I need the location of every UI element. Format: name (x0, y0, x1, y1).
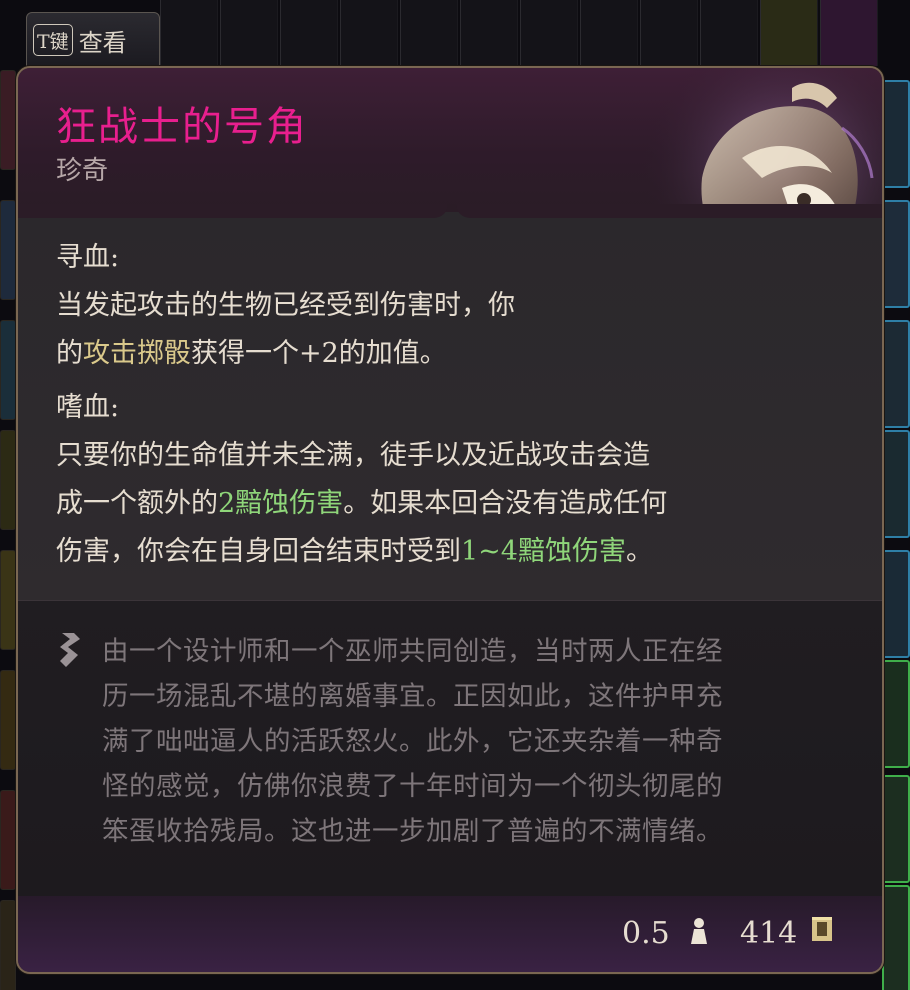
item-name: 狂战士的号角 (56, 104, 308, 150)
inventory-slot[interactable] (882, 430, 910, 538)
tooltip-body: 寻血: 当发起攻击的生物已经受到伤害时，你 的攻击掷骰获得一个+2的加值。 嗜血… (18, 212, 882, 600)
inventory-slot[interactable] (580, 0, 638, 66)
gold-icon (812, 917, 832, 941)
effect-line: 成一个额外的2黯蚀伤害。如果本回合没有造成任何 (56, 488, 668, 519)
inventory-slot[interactable] (0, 320, 16, 420)
inventory-slot[interactable] (0, 70, 16, 170)
inventory-slot[interactable] (640, 0, 698, 66)
inventory-slot[interactable] (280, 0, 338, 66)
inventory-slot[interactable] (820, 0, 878, 66)
inventory-slot[interactable] (160, 0, 218, 66)
gold-value: 414 (740, 916, 798, 951)
effect-line: 当发起攻击的生物已经受到伤害时，你 (56, 290, 515, 321)
inventory-slot[interactable] (220, 0, 278, 66)
lore-line: 笨蛋收拾残局。这也进一步加剧了普遍的不满情绪。 (102, 816, 723, 847)
inventory-slot[interactable] (882, 775, 910, 883)
lore-line: 怪的感觉，仿佛你浪费了十年时间为一个彻头彻尾的 (102, 771, 723, 802)
effect-line: 伤害，你会在自身回合结束时受到1~4黯蚀伤害。 (56, 536, 653, 567)
attack-roll-keyword: 攻击掷骰 (83, 338, 191, 369)
lore-section: 由一个设计师和一个巫师共同创造，当时两人正在经 历一场混乱不堪的离婚事宜。正因如… (18, 600, 882, 896)
inventory-slot[interactable] (882, 200, 910, 308)
inventory-slot[interactable] (882, 550, 910, 658)
necrotic-damage-keyword: 1~4黯蚀伤害 (461, 536, 626, 567)
inventory-slot[interactable] (0, 550, 16, 650)
weight-icon (691, 918, 707, 944)
effect-title: 嗜血: (56, 392, 120, 423)
inventory-slot[interactable] (882, 885, 910, 990)
inspect-hint[interactable]: T键 查看 (26, 12, 160, 68)
inventory-slot[interactable] (882, 320, 910, 428)
t-key-badge: T键 (33, 24, 73, 56)
inventory-slot[interactable] (0, 670, 16, 770)
necrotic-damage-keyword: 2黯蚀伤害 (218, 488, 344, 519)
inventory-slot[interactable] (340, 0, 398, 66)
divider-notch (456, 204, 882, 218)
lore-line: 满了咄咄逼人的活跃怒火。此外，它还夹杂着一种奇 (102, 726, 723, 757)
inspect-label: 查看 (78, 28, 127, 57)
lore-line: 历一场混乱不堪的离婚事宜。正因如此，这件护甲充 (102, 681, 723, 712)
effect-line: 只要你的生命值并未全满，徒手以及近战攻击会造 (56, 440, 650, 471)
quote-icon (60, 633, 80, 667)
effect-bloodseek: 寻血: 当发起攻击的生物已经受到伤害时，你 的攻击掷骰获得一个+2的加值。 (56, 234, 515, 378)
inventory-slot[interactable] (400, 0, 458, 66)
inventory-slot[interactable] (882, 80, 910, 188)
inventory-slot[interactable] (0, 430, 16, 530)
inventory-slot[interactable] (0, 200, 16, 300)
inventory-slot[interactable] (520, 0, 578, 66)
weight-value: 0.5 (622, 916, 670, 951)
inventory-slot[interactable] (700, 0, 758, 66)
inventory-slot[interactable] (0, 900, 16, 990)
effect-title: 寻血: (56, 242, 120, 273)
inventory-slot[interactable] (460, 0, 518, 66)
inventory-slot[interactable] (882, 660, 910, 768)
inventory-right-column (880, 0, 910, 990)
item-tooltip: 狂战士的号角 珍奇 寻血: 当发起攻击的生物已经受到伤害时，你 的攻击掷骰获得一… (16, 66, 884, 974)
inventory-slot[interactable] (760, 0, 818, 66)
item-rarity: 珍奇 (56, 156, 109, 186)
tooltip-footer: 0.5 414 (18, 896, 882, 972)
lore-line: 由一个设计师和一个巫师共同创造，当时两人正在经 (102, 636, 723, 667)
divider-notch (18, 204, 448, 218)
inventory-top-row (160, 0, 880, 66)
effect-bloodthirst: 嗜血: 只要你的生命值并未全满，徒手以及近战攻击会造 成一个额外的2黯蚀伤害。如… (56, 384, 667, 576)
lore-text: 由一个设计师和一个巫师共同创造，当时两人正在经 历一场混乱不堪的离婚事宜。正因如… (102, 629, 862, 854)
inventory-slot[interactable] (0, 790, 16, 890)
effect-line: 的攻击掷骰获得一个+2的加值。 (56, 338, 447, 369)
